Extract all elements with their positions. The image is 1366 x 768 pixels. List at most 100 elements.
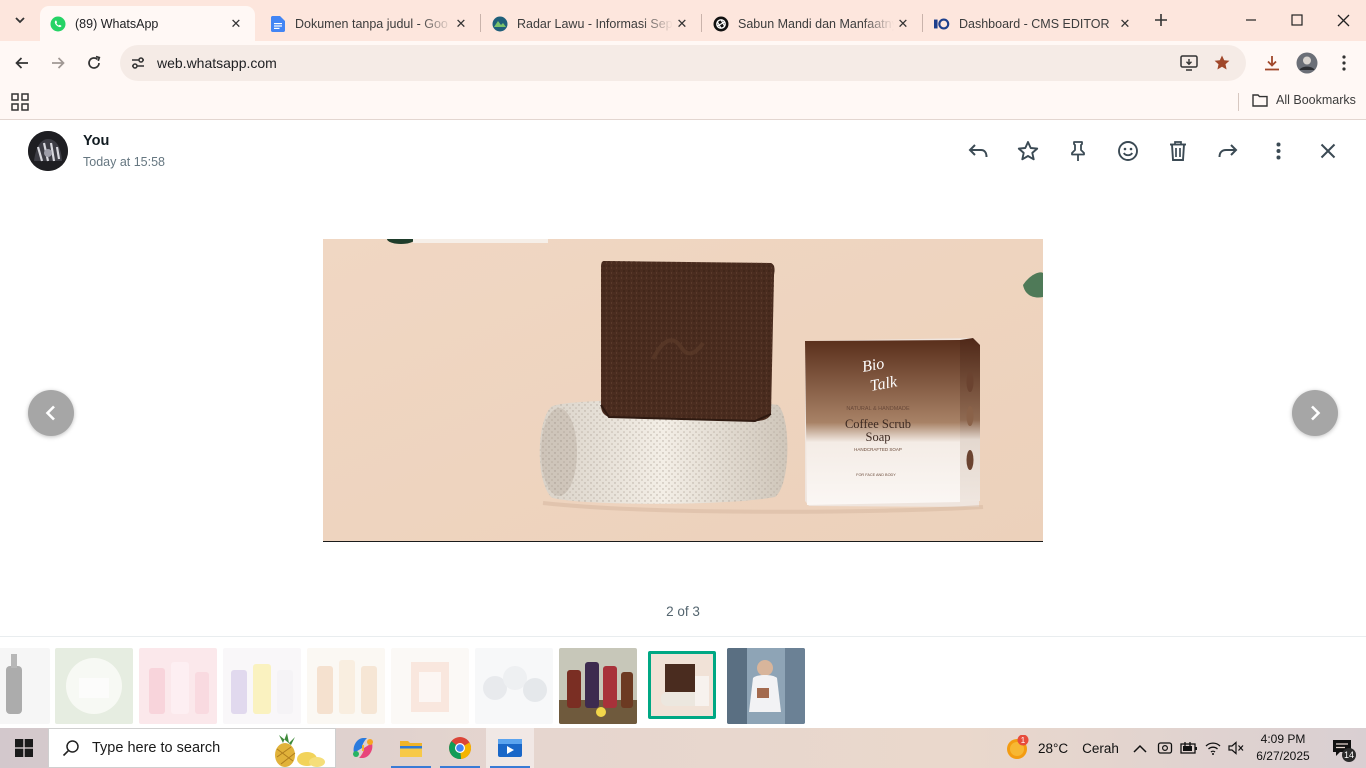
tab-title: Dashboard - CMS EDITOR — [959, 16, 1110, 31]
chevron-left-icon — [45, 405, 55, 421]
docs-icon — [270, 15, 286, 32]
tab-title: (89) WhatsApp — [75, 16, 159, 31]
tab-title: Dokumen tanpa judul - Goo — [295, 16, 448, 31]
show-hidden-icons-button[interactable] — [1130, 728, 1150, 768]
start-button[interactable] — [0, 728, 48, 768]
close-tab-icon[interactable]: ✕ — [1116, 15, 1134, 33]
reload-button[interactable] — [80, 49, 108, 77]
system-clock[interactable]: 4:09 PM 6/27/2025 — [1248, 731, 1318, 765]
reply-button[interactable] — [964, 137, 992, 165]
media-viewer-header: You Today at 15:58 — [0, 121, 1366, 183]
back-button[interactable] — [8, 49, 36, 77]
clock-time: 4:09 PM — [1260, 732, 1306, 746]
plus-icon — [1155, 14, 1167, 26]
close-window-button[interactable] — [1320, 0, 1366, 40]
reply-icon — [968, 144, 988, 158]
star-message-button[interactable] — [1014, 137, 1042, 165]
maximize-button[interactable] — [1274, 0, 1320, 40]
network-tray-button[interactable] — [1202, 728, 1224, 768]
windows-taskbar: Type here to search 1 28°C Cerah 4:09 PM… — [0, 728, 1366, 768]
media-thumbnail-strip — [0, 636, 1366, 728]
star-outline-icon — [1017, 141, 1039, 161]
all-bookmarks-button[interactable]: All Bookmarks — [1252, 93, 1356, 107]
taskbar-copilot[interactable] — [339, 728, 387, 768]
wifi-icon — [1205, 742, 1221, 755]
taskbar-chrome[interactable] — [436, 728, 484, 768]
media-thumbnail[interactable] — [391, 648, 469, 724]
weather-widget[interactable]: 1 28°C Cerah — [1004, 728, 1119, 768]
openai-icon — [713, 16, 729, 32]
profile-avatar-icon — [1296, 52, 1318, 74]
minimize-button[interactable] — [1228, 0, 1274, 40]
install-app-icon — [1180, 55, 1198, 71]
close-viewer-button[interactable] — [1314, 137, 1342, 165]
media-image[interactable]: Bio Talk NATURAL & HANDMADE Coffee Scrub… — [323, 239, 1043, 542]
taskbar-file-explorer[interactable] — [387, 728, 435, 768]
weather-temperature: 28°C — [1038, 740, 1069, 756]
url-text[interactable]: web.whatsapp.com — [157, 55, 277, 71]
media-thumbnail-selected[interactable] — [648, 651, 716, 719]
taskbar-search-box[interactable]: Type here to search — [48, 728, 336, 768]
media-counter: 2 of 3 — [666, 604, 700, 619]
media-thumbnail[interactable] — [223, 648, 301, 724]
media-thumbnail[interactable] — [0, 648, 50, 724]
media-thumbnail[interactable] — [307, 648, 385, 724]
sender-name: You — [83, 133, 110, 149]
more-options-button[interactable] — [1264, 137, 1292, 165]
pineapple-icon — [275, 733, 325, 767]
kebab-menu-icon — [1276, 142, 1280, 160]
taskbar-media-app[interactable] — [486, 728, 534, 768]
battery-tray-button[interactable] — [1178, 728, 1200, 768]
media-thumbnail[interactable] — [559, 648, 637, 724]
message-timestamp: Today at 15:58 — [83, 155, 166, 169]
chevron-right-icon — [1311, 405, 1321, 421]
close-tab-icon[interactable]: ✕ — [894, 15, 912, 33]
pin-message-button[interactable] — [1064, 137, 1092, 165]
forward-message-button[interactable] — [1214, 137, 1242, 165]
profile-button[interactable] — [1293, 49, 1321, 77]
copilot-icon — [353, 738, 373, 758]
notification-center-button[interactable]: 14 — [1322, 728, 1362, 768]
tab-cms-editor[interactable]: Dashboard - CMS EDITOR ✕ — [924, 6, 1144, 41]
video-player-icon — [498, 739, 522, 757]
speaker-muted-icon — [1228, 741, 1244, 755]
new-tab-button[interactable] — [1149, 8, 1173, 32]
next-media-button[interactable] — [1292, 390, 1338, 436]
tab-separator — [701, 14, 702, 32]
kebab-menu-icon — [1342, 55, 1346, 71]
media-thumbnail[interactable] — [55, 648, 133, 724]
chevron-up-icon — [1133, 744, 1147, 753]
star-filled-icon — [1214, 55, 1230, 70]
address-bar[interactable]: web.whatsapp.com — [120, 45, 1246, 81]
close-tab-icon[interactable]: ✕ — [673, 15, 691, 33]
previous-media-button[interactable] — [28, 390, 74, 436]
pin-icon — [1071, 141, 1085, 161]
clock-date: 6/27/2025 — [1256, 749, 1310, 763]
sender-avatar[interactable] — [28, 131, 68, 171]
react-button[interactable] — [1114, 137, 1142, 165]
tab-separator — [922, 14, 923, 32]
downloads-button[interactable] — [1258, 49, 1286, 77]
tab-search-button[interactable] — [8, 8, 32, 32]
meet-now-tray-button[interactable] — [1154, 728, 1176, 768]
whatsapp-icon — [50, 16, 66, 32]
site-settings-icon[interactable] — [128, 53, 148, 73]
media-thumbnail[interactable] — [727, 648, 805, 724]
tab-whatsapp[interactable]: (89) WhatsApp ✕ — [40, 6, 255, 41]
tab-sabun-mandi[interactable]: Sabun Mandi dan Manfaatny ✕ — [703, 6, 922, 41]
browser-menu-button[interactable] — [1330, 49, 1358, 77]
volume-tray-button[interactable] — [1225, 728, 1247, 768]
battery-plug-icon — [1180, 742, 1197, 754]
apps-grid-icon[interactable] — [11, 93, 29, 111]
install-app-button[interactable] — [1178, 52, 1200, 74]
tab-radar-lawu[interactable]: Radar Lawu - Informasi Sepu ✕ — [482, 6, 701, 41]
folder-icon — [1252, 94, 1268, 107]
delete-button[interactable] — [1164, 137, 1192, 165]
bookmark-star-button[interactable] — [1211, 52, 1233, 74]
close-tab-icon[interactable]: ✕ — [227, 15, 245, 33]
forward-button[interactable] — [44, 49, 72, 77]
tab-google-docs[interactable]: Dokumen tanpa judul - Goo ✕ — [260, 6, 480, 41]
close-tab-icon[interactable]: ✕ — [452, 15, 470, 33]
media-thumbnail[interactable] — [139, 648, 217, 724]
media-thumbnail[interactable] — [475, 648, 553, 724]
